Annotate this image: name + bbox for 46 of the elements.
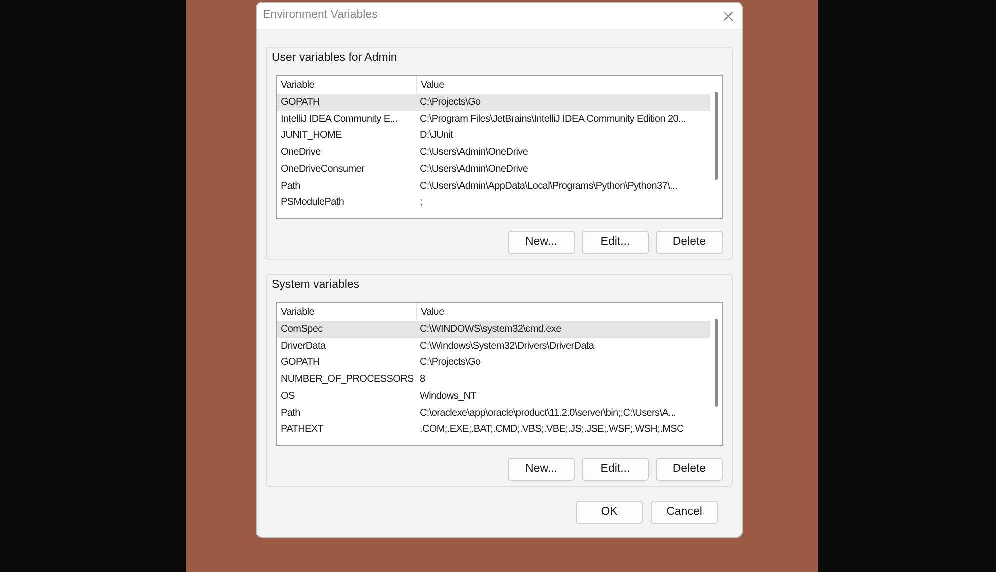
variable-name: Path	[280, 180, 302, 194]
dialog-button[interactable]: OK	[576, 501, 643, 524]
column-header[interactable]: Value	[417, 76, 710, 94]
variable-value: C:\oraclexe\app\oracle\product\11.2.0\server\bin;;C:\Users\A...	[419, 406, 676, 421]
scrollbar-thumb[interactable]	[714, 319, 718, 408]
variable-value: C:\Projects\Go	[419, 356, 481, 370]
variable-value: C:\Users\Admin\OneDrive	[419, 146, 528, 160]
group-title: System variables	[271, 278, 361, 293]
variable-name: PATHEXT	[280, 423, 325, 438]
variable-value: C:\WINDOWS\system32\cmd.exe	[419, 323, 562, 338]
dialog-button[interactable]: New...	[508, 231, 575, 254]
variable-name: GOPATH	[280, 356, 321, 370]
variable-name: OneDriveConsumer	[280, 162, 366, 177]
window-title: Environment Variables	[263, 8, 378, 24]
dialog-button[interactable]: Edit...	[582, 458, 649, 482]
variable-value: C:\Projects\Go	[419, 96, 481, 110]
variable-value: C:\Windows\System32\Drivers\DriverData	[419, 340, 594, 354]
variable-value: D:\JUnit	[419, 129, 454, 144]
variable-name: OS	[280, 390, 296, 404]
variable-value: C:\Program Files\JetBrains\IntelliJ IDEA Community Edition 20...	[419, 112, 686, 127]
variable-name: JUNIT_HOME	[280, 129, 343, 144]
dialog-button[interactable]: Delete	[656, 458, 723, 482]
table-row[interactable]: GOPATH C:\Projects\Go	[277, 94, 710, 111]
variable-name: DriverData	[280, 340, 327, 354]
variable-value: C:\Users\Admin\OneDrive	[419, 162, 528, 177]
table-row[interactable]: ComSpec C:\WINDOWS\system32\cmd.exe	[277, 321, 710, 338]
variable-name: OneDrive	[280, 146, 322, 160]
variable-name: IntelliJ IDEA Community E...	[280, 112, 399, 127]
dialog-button[interactable]: New...	[508, 458, 575, 482]
variable-value: Windows_NT	[419, 390, 476, 404]
variable-name: GOPATH	[280, 96, 321, 110]
variable-name: PSModulePath	[280, 196, 346, 210]
variable-value: ;	[419, 196, 422, 210]
dialog-button[interactable]: Edit...	[582, 231, 649, 254]
group-title: User variables for Admin	[271, 51, 398, 66]
variable-value: 8	[419, 373, 426, 388]
variable-value: C:\Users\Admin\AppData\Local\Programs\Python\Python37\...	[419, 180, 678, 194]
variable-name: NUMBER_OF_PROCESSORS	[280, 373, 415, 388]
dialog-button[interactable]: Cancel	[651, 501, 718, 524]
close-icon[interactable]	[723, 10, 734, 22]
variable-value: .COM;.EXE;.BAT;.CMD;.VBS;.VBE;.JS;.JSE;.WSF;.WSH;.MSC	[419, 423, 684, 438]
variable-name: ComSpec	[280, 323, 324, 338]
variable-name: Path	[280, 406, 302, 421]
scrollbar-thumb[interactable]	[714, 92, 718, 180]
dialog-button[interactable]: Delete	[656, 231, 723, 254]
column-header[interactable]: Value	[417, 303, 710, 322]
